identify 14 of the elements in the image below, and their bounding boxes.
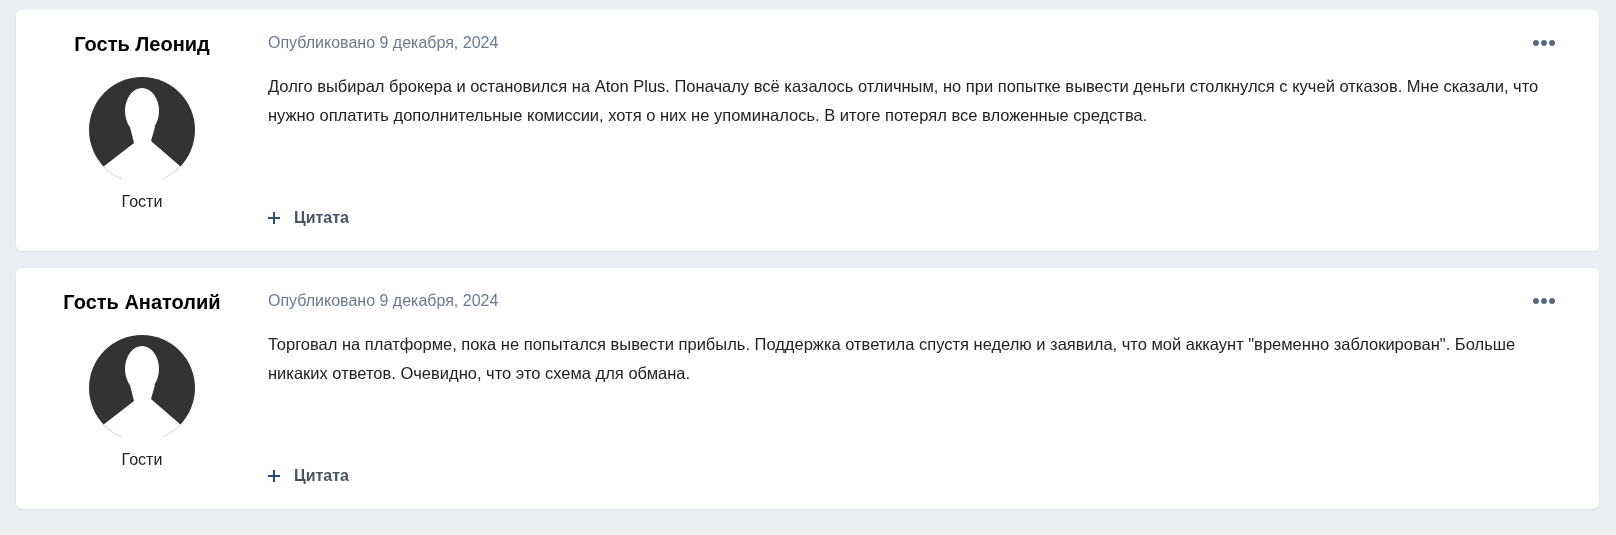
member-group: Гости	[121, 451, 163, 469]
quote-button[interactable]: Цитата	[268, 465, 349, 487]
more-options-icon[interactable]	[1533, 298, 1555, 304]
more-options-icon[interactable]	[1533, 40, 1555, 46]
post-text: Торговал на платформе, пока не попытался вывести прибыль. Поддержка ответила спустя неделю и заявила, что мой аккаунт "временно заблокирован". Больше никаких ответов. Очевидно, что это схема для обмана.	[268, 334, 1517, 384]
author-name[interactable]: Гость Анатолий	[63, 290, 221, 314]
plus-icon	[268, 212, 280, 224]
quote-button[interactable]: Цитата	[268, 207, 349, 229]
post-date: Опубликовано 9 декабря, 2024	[268, 292, 499, 310]
member-group: Гости	[121, 193, 163, 211]
plus-icon	[268, 470, 280, 482]
author-name[interactable]: Гость Леонид	[74, 32, 210, 56]
post-text: Долго выбирал брокера и остановился на Aton Plus. Поначалу всё казалось отличным, но при попытке вывести деньги столкнулся с кучей отказов. Мне сказали, что нужно оплатить дополнительные комиссии, хотя о них не упоминалось. В итоге потерял все вложенные средства.	[268, 76, 1540, 126]
post-date: Опубликовано 9 декабря, 2024	[268, 34, 499, 52]
